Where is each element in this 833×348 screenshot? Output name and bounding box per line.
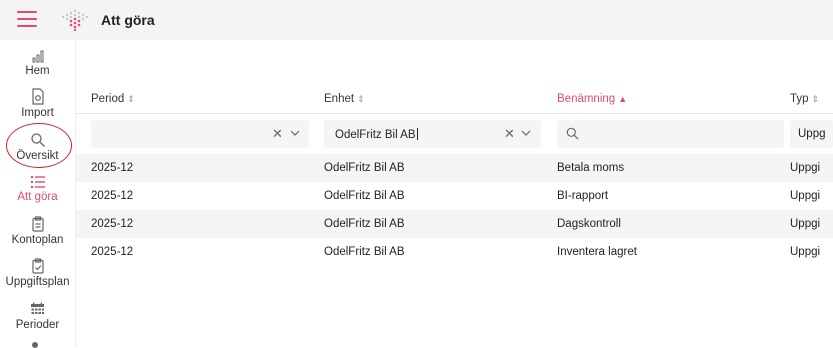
clear-icon[interactable]: ✕ [504,126,515,142]
sidebar-item-label: Perioder [15,319,60,331]
sidebar-item-perioder[interactable]: Perioder [0,298,75,338]
column-header-enhet[interactable]: Enhet ⇕ [324,93,365,105]
sort-icon: ⇕ [357,94,365,104]
sort-icon: ⇕ [127,94,135,104]
logo-icon [61,9,89,32]
column-header-typ[interactable]: Typ ⇕ [790,93,819,105]
sidebar-item-att-gora[interactable]: Att göra [0,170,75,210]
sidebar-item-label: Uppgiftsplan [5,276,70,288]
sidebar-item-oversikt[interactable]: Översikt [0,129,75,169]
typ-filter[interactable]: Uppg [790,120,833,148]
table-row[interactable]: 2025-12 OdelFritz Bil AB Betala moms Upp… [76,154,833,182]
list-icon [30,170,46,189]
column-header-benamning[interactable]: Benämning ▲ [557,93,627,105]
sidebar-item-label: Kontoplan [11,234,64,246]
header-divider [76,113,833,114]
enhet-filter[interactable]: OdelFritz Bil AB ✕ [324,120,541,148]
sort-ascending-icon: ▲ [618,94,628,104]
chevron-down-icon[interactable] [521,129,531,137]
hamburger-menu-icon[interactable] [17,11,37,28]
sidebar-item-label: Översikt [16,150,59,162]
sort-icon: ⇕ [811,94,820,104]
page-title: Att göra [101,12,155,28]
clipboard-check-icon [31,255,45,274]
table-row[interactable]: 2025-12 OdelFritz Bil AB Inventera lagre… [76,238,833,266]
document-icon [31,86,45,105]
column-header-period[interactable]: Period ⇕ [91,93,135,105]
sidebar-item-kontoplan[interactable]: Kontoplan [0,213,75,253]
clipboard-icon [31,213,45,232]
benamning-search-filter[interactable] [557,120,784,148]
top-bar: Att göra [0,0,833,40]
sidebar-item-label: Hem [25,65,50,77]
table-row[interactable]: 2025-12 OdelFritz Bil AB BI-rapport Uppg… [76,182,833,210]
text-cursor [416,128,418,140]
enhet-filter-value: OdelFritz Bil AB [335,129,416,141]
sidebar: Hem Import Översikt Att göra Kontoplan U… [0,40,75,348]
sidebar-item-label: Att göra [17,191,58,203]
table-row[interactable]: 2025-12 OdelFritz Bil AB Dagskontroll Up… [76,210,833,238]
sidebar-item-import[interactable]: Import [0,86,75,126]
sidebar-item-label: Import [21,107,54,119]
search-icon [30,129,46,148]
user-icon[interactable] [32,342,38,348]
period-filter[interactable]: ✕ [91,120,309,148]
bar-chart-icon [31,44,45,63]
calendar-icon [30,298,45,317]
sidebar-item-uppgiftsplan[interactable]: Uppgiftsplan [0,255,75,295]
sidebar-item-hem[interactable]: Hem [0,44,75,84]
search-icon [566,127,579,140]
clear-icon[interactable]: ✕ [272,126,283,142]
chevron-down-icon[interactable] [290,129,300,137]
